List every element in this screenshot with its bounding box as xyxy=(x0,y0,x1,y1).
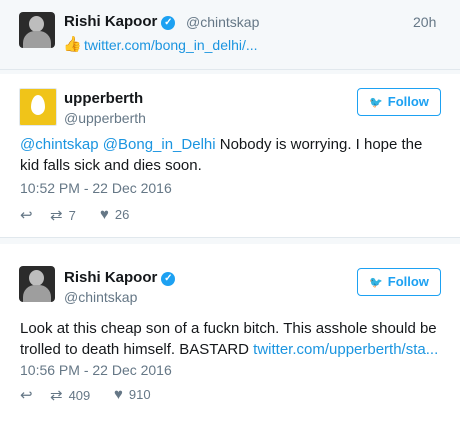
verified-icon: ✓ xyxy=(161,16,176,30)
author-name[interactable]: Rishi Kapoor ✓ xyxy=(64,13,176,30)
avatar[interactable] xyxy=(19,88,57,126)
retweet-count: 7 xyxy=(68,208,76,223)
reply-icon: ↩ xyxy=(20,387,33,404)
retweet-button[interactable]: ⇄ 7 xyxy=(50,206,76,224)
mention-link[interactable]: @Bong_in_Delhi xyxy=(103,136,216,153)
author-name[interactable]: Rishi Kapoor ✓ xyxy=(64,269,176,286)
thumbs-up-icon: 👍 xyxy=(63,36,82,53)
retweet-icon: ⇄ xyxy=(50,387,63,404)
author-name-text[interactable]: Rishi Kapoor xyxy=(64,13,157,30)
verified-icon: ✓ xyxy=(161,272,176,286)
timestamp[interactable]: 10:56 PM - 22 Dec 2016 xyxy=(20,362,172,378)
tweet-link[interactable]: twitter.com/bong_in_delhi/... xyxy=(84,37,258,53)
twitter-bird-icon: 🐦 xyxy=(369,97,383,109)
like-button[interactable]: ♥ 26 xyxy=(100,206,129,223)
mention-link[interactable]: @chintskap xyxy=(20,136,99,153)
author-handle[interactable]: @upperberth xyxy=(64,110,146,126)
retweet-icon: ⇄ xyxy=(50,207,63,224)
tweet-text: @chintskap @Bong_in_Delhi Nobody is worr… xyxy=(20,134,440,176)
timestamp[interactable]: 10:52 PM - 22 Dec 2016 xyxy=(20,180,172,196)
heart-icon: ♥ xyxy=(114,386,123,403)
tweet-text: Look at this cheap son of a fuckn bitch.… xyxy=(20,318,440,360)
author-handle[interactable]: @chintskap xyxy=(186,14,259,30)
follow-button[interactable]: 🐦 Follow xyxy=(357,268,441,296)
like-button[interactable]: ♥ 910 xyxy=(114,386,151,403)
twitter-bird-icon: 🐦 xyxy=(369,277,383,289)
reply-tweet-card: upperberth @upperberth 🐦 Follow @chintska… xyxy=(0,74,460,238)
follow-label: Follow xyxy=(387,94,429,109)
time-ago[interactable]: 20h xyxy=(413,14,436,30)
rishi-tweet-card: Rishi Kapoor ✓ @chintskap 🐦 Follow Look at… xyxy=(0,244,460,421)
avatar[interactable] xyxy=(19,12,55,48)
reply-icon: ↩ xyxy=(20,207,33,224)
top-tweet-card: Rishi Kapoor ✓ @chintskap 20h 👍 twitter.c… xyxy=(0,0,460,70)
author-name-text[interactable]: Rishi Kapoor xyxy=(64,269,157,286)
follow-button[interactable]: 🐦 Follow xyxy=(357,88,441,116)
like-count: 26 xyxy=(114,207,130,222)
author-handle[interactable]: @chintskap xyxy=(64,289,137,305)
author-name[interactable]: upperberth xyxy=(64,90,143,107)
like-count: 910 xyxy=(128,387,151,402)
reply-button[interactable]: ↩ xyxy=(20,206,39,224)
reply-button[interactable]: ↩ xyxy=(20,386,39,404)
retweet-count: 409 xyxy=(68,388,91,403)
avatar[interactable] xyxy=(19,266,55,302)
heart-icon: ♥ xyxy=(100,206,109,223)
follow-label: Follow xyxy=(387,274,429,289)
tweet-link[interactable]: twitter.com/upperberth/sta... xyxy=(253,341,438,358)
retweet-button[interactable]: ⇄ 409 xyxy=(50,386,90,404)
